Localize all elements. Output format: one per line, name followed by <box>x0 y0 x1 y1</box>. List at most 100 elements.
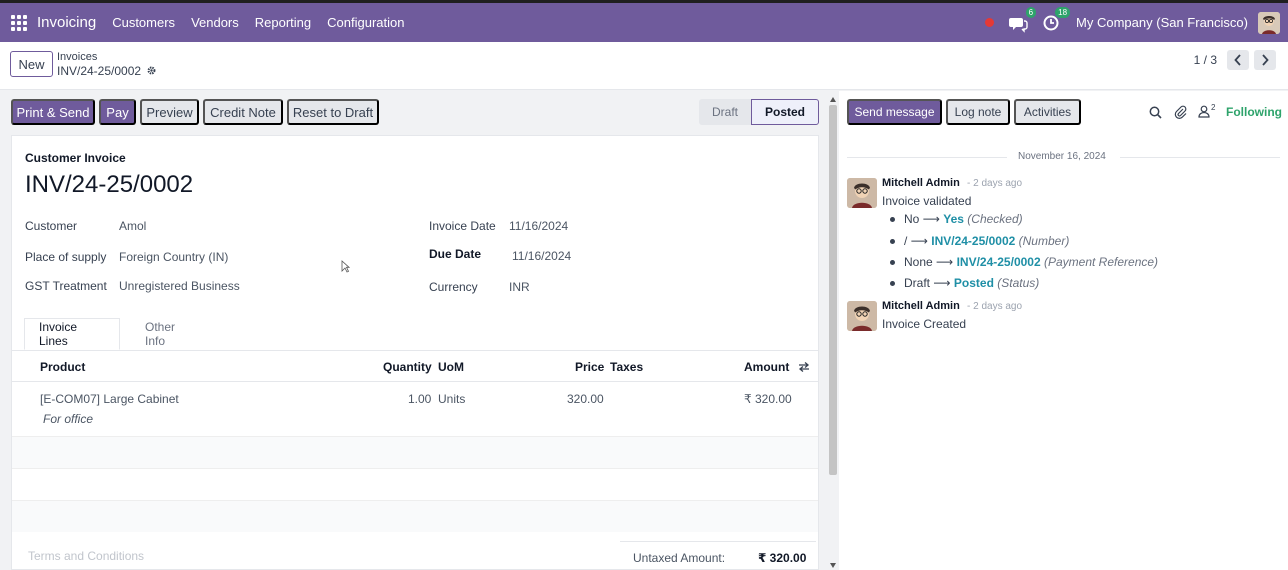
status-bar: Draft Posted <box>699 99 819 125</box>
tracking-change: Draft ⟶ Posted (Status) <box>890 276 1039 290</box>
messages-icon[interactable]: 6 <box>1008 6 1037 33</box>
search-icon[interactable] <box>1149 106 1162 119</box>
place-of-supply-field[interactable]: Foreign Country (IN) <box>119 250 228 264</box>
col-uom[interactable]: UoM <box>438 360 464 374</box>
status-posted[interactable]: Posted <box>751 99 819 125</box>
pager-next-button[interactable] <box>1254 50 1276 70</box>
field-name: (Payment Reference) <box>1043 255 1159 269</box>
activities-clock-icon[interactable]: 18 <box>1042 6 1071 33</box>
arrow-right-icon: ⟶ <box>910 234 932 248</box>
arrow-right-icon: ⟶ <box>922 212 944 226</box>
credit-note-button[interactable]: Credit Note <box>203 99 283 125</box>
new-value: INV/24-25/0002 <box>956 255 1041 269</box>
menu-customers[interactable]: Customers <box>112 15 175 30</box>
reset-to-draft-button[interactable]: Reset to Draft <box>287 99 379 125</box>
breadcrumb-current: INV/24-25/0002 <box>57 64 157 78</box>
field-name: (Number) <box>1018 234 1070 248</box>
new-value: Yes <box>943 212 964 226</box>
scroll-down-icon[interactable] <box>830 563 836 568</box>
tracking-change: None ⟶ INV/24-25/0002 (Payment Reference… <box>890 255 1158 269</box>
menu-vendors[interactable]: Vendors <box>191 15 239 30</box>
message-body: Invoice validated <box>882 194 972 208</box>
date-separator: November 16, 2024 <box>1018 151 1106 162</box>
log-note-button[interactable]: Log note <box>946 99 1010 125</box>
old-value: Draft <box>904 276 931 290</box>
avatar[interactable] <box>847 178 877 208</box>
company-switcher[interactable]: My Company (San Francisco) <box>1076 15 1248 30</box>
tracking-change: No ⟶ Yes (Checked) <box>890 212 1023 226</box>
menu-reporting[interactable]: Reporting <box>255 15 311 30</box>
paperclip-icon[interactable] <box>1174 105 1187 119</box>
invoice-date-field[interactable]: 11/16/2024 <box>509 219 568 233</box>
date-divider <box>847 157 1007 158</box>
line-quantity[interactable]: 1.00 <box>408 392 431 406</box>
currency-field[interactable]: INR <box>509 280 530 294</box>
arrow-right-icon: ⟶ <box>936 255 957 269</box>
chevron-right-icon <box>1262 54 1269 66</box>
control-panel: New Invoices INV/24-25/0002 1 / 3 <box>0 42 1288 90</box>
line-amount[interactable]: ₹ 320.00 <box>744 392 792 406</box>
message-time: - 2 days ago <box>967 301 1023 312</box>
preview-button[interactable]: Preview <box>140 99 199 125</box>
column-toggle-icon[interactable] <box>798 362 810 372</box>
recording-icon <box>985 18 995 27</box>
new-button[interactable]: New <box>10 51 53 77</box>
message-author[interactable]: Mitchell Admin <box>882 300 960 312</box>
form-scrollbar[interactable] <box>828 97 838 570</box>
following-button[interactable]: Following <box>1226 105 1282 119</box>
scroll-up-icon[interactable] <box>830 97 836 102</box>
document-type: Customer Invoice <box>25 151 126 165</box>
pager-value[interactable]: 1 / 3 <box>1194 53 1217 67</box>
scroll-thumb[interactable] <box>829 105 837 475</box>
due-date-label: Due Date <box>429 247 482 261</box>
invoice-form-sheet: Customer Invoice INV/24-25/0002 Customer… <box>11 135 819 570</box>
place-of-supply-label: Place of supply <box>25 250 107 264</box>
message-author[interactable]: Mitchell Admin <box>882 177 960 189</box>
col-amount[interactable]: Amount <box>744 360 789 374</box>
new-value: INV/24-25/0002 <box>931 234 1016 248</box>
breadcrumb-parent[interactable]: Invoices <box>57 51 97 63</box>
pay-button[interactable]: Pay <box>99 99 136 125</box>
send-message-button[interactable]: Send message <box>847 99 942 125</box>
status-draft[interactable]: Draft <box>699 99 751 125</box>
col-product[interactable]: Product <box>40 360 85 374</box>
invoice-lines-header: Product Quantity UoM Price Taxes Amount <box>12 350 818 382</box>
tracking-change: / ⟶ INV/24-25/0002 (Number) <box>890 234 1069 248</box>
line-uom[interactable]: Units <box>438 392 465 406</box>
app-name[interactable]: Invoicing <box>37 14 96 31</box>
col-quantity[interactable]: Quantity <box>383 360 432 374</box>
empty-row <box>12 500 818 532</box>
print-send-button[interactable]: Print & Send <box>11 99 95 125</box>
line-description[interactable]: For office <box>43 412 93 426</box>
untaxed-amount-value: ₹ 320.00 <box>758 551 807 565</box>
line-price[interactable]: 320.00 <box>567 392 604 406</box>
due-date-field[interactable]: 11/16/2024 <box>512 249 571 263</box>
message-time: - 2 days ago <box>967 178 1023 189</box>
old-value: None <box>904 255 933 269</box>
pager-previous-button[interactable] <box>1227 50 1249 70</box>
messages-badge: 6 <box>1025 6 1037 18</box>
totals-divider <box>620 541 816 542</box>
message-body: Invoice Created <box>882 317 967 331</box>
line-product[interactable]: [E-COM07] Large Cabinet <box>40 392 179 406</box>
apps-grid-icon[interactable] <box>11 14 27 31</box>
col-price[interactable]: Price <box>575 360 604 374</box>
col-taxes[interactable]: Taxes <box>610 360 643 374</box>
user-avatar[interactable] <box>1258 11 1280 34</box>
tab-other-info[interactable]: Other Info <box>131 318 189 350</box>
gst-treatment-field[interactable]: Unregistered Business <box>119 279 240 293</box>
table-row[interactable]: [E-COM07] Large Cabinet For office 1.00 … <box>12 382 818 436</box>
terms-and-conditions-field[interactable]: Terms and Conditions <box>28 549 144 563</box>
activities-badge: 18 <box>1055 6 1071 18</box>
chevron-left-icon <box>1234 54 1241 66</box>
empty-row <box>12 436 818 468</box>
customer-field[interactable]: Amol <box>119 219 146 233</box>
tab-invoice-lines[interactable]: Invoice Lines <box>24 318 120 350</box>
activities-button[interactable]: Activities <box>1014 99 1081 125</box>
gear-icon[interactable] <box>146 65 157 76</box>
untaxed-amount-label: Untaxed Amount: <box>633 551 726 565</box>
avatar[interactable] <box>847 301 877 331</box>
menu-configuration[interactable]: Configuration <box>327 15 404 30</box>
customer-label: Customer <box>25 219 78 233</box>
followers-icon[interactable] <box>1198 105 1210 118</box>
